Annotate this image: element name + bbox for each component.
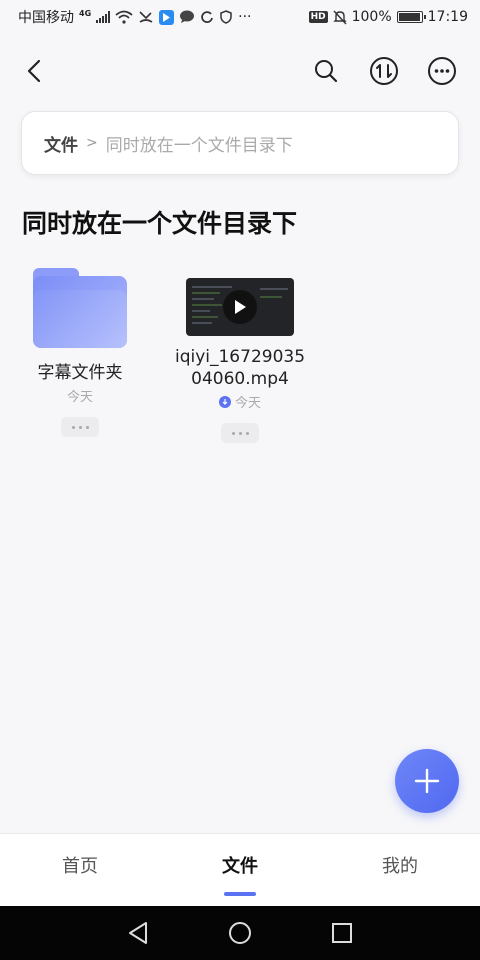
app-notification-icon: [159, 9, 175, 25]
breadcrumb-root[interactable]: 文件: [44, 131, 78, 156]
back-button[interactable]: [18, 54, 52, 88]
network-label: 4G: [79, 8, 92, 18]
carrier-label: 中国移动: [18, 10, 74, 26]
signal-icon: [96, 11, 111, 23]
play-icon: [223, 290, 257, 324]
system-back-button[interactable]: [124, 919, 152, 947]
folder-date: 今天: [0, 386, 165, 405]
message-icon: [179, 10, 195, 24]
search-icon: [315, 60, 338, 83]
missed-call-icon: [138, 10, 154, 24]
circle-home-icon: [229, 922, 251, 944]
system-recents-button[interactable]: [328, 919, 356, 947]
sort-icon: [370, 57, 398, 85]
more-status-icon: ···: [238, 9, 252, 25]
video-item[interactable]: iqiyi_16729035 04060.mp4 今天: [155, 268, 325, 443]
nav-home-label: 首页: [62, 856, 98, 877]
breadcrumb-separator: >: [86, 135, 98, 151]
search-button[interactable]: [309, 54, 343, 88]
status-left: 中国移动 4G ···: [18, 7, 252, 27]
clock: 17:19: [427, 9, 468, 25]
folder-more-button[interactable]: [61, 417, 99, 437]
more-button[interactable]: [425, 54, 459, 88]
video-name-line1: iqiyi_16729035: [174, 347, 306, 367]
nav-active-indicator: [224, 892, 256, 896]
video-thumbnail: [186, 278, 294, 336]
chevron-left-icon: [27, 59, 41, 83]
battery-icon: [396, 11, 426, 23]
square-recents-icon: [332, 923, 352, 943]
battery-fill: [398, 13, 420, 21]
nav-mine-label: 我的: [382, 856, 418, 877]
folder-item[interactable]: 字幕文件夹 今天: [0, 268, 165, 437]
video-date: 今天: [155, 392, 325, 411]
hd-badge: HD: [308, 11, 328, 23]
status-bar: 中国移动 4G ··· HD 100% 17:19: [0, 0, 480, 34]
nav-files[interactable]: 文件: [180, 852, 300, 896]
plus-icon: [414, 768, 440, 794]
status-right: HD 100% 17:19: [308, 9, 468, 25]
folder-name: 字幕文件夹: [37, 363, 123, 383]
toolbar: [0, 44, 480, 96]
breadcrumb-current: 同时放在一个文件目录下: [105, 135, 293, 156]
mute-icon: [332, 10, 347, 25]
sync-icon: [200, 10, 214, 24]
battery-percent: 100%: [351, 9, 392, 25]
bottom-nav: 首页 文件 我的: [0, 833, 480, 906]
video-date-text: 今天: [234, 396, 261, 411]
download-icon: [218, 395, 231, 408]
nav-home[interactable]: 首页: [20, 852, 140, 878]
folder-icon: [33, 268, 127, 348]
shield-icon: [219, 10, 233, 24]
system-nav-bar: [0, 906, 480, 960]
more-icon: [428, 57, 456, 85]
system-home-button[interactable]: [226, 919, 254, 947]
video-name-line2: 04060.mp4: [191, 369, 289, 389]
nav-mine[interactable]: 我的: [340, 852, 460, 878]
nav-files-label: 文件: [222, 856, 258, 877]
sort-button[interactable]: [367, 54, 401, 88]
page-title: 同时放在一个文件目录下: [22, 209, 298, 238]
wifi-icon: [115, 10, 133, 24]
breadcrumb: 文件 > 同时放在一个文件目录下: [21, 111, 459, 175]
triangle-back-icon: [129, 922, 147, 944]
add-button[interactable]: [395, 749, 459, 813]
video-more-button[interactable]: [221, 423, 259, 443]
folder-date-text: 今天: [66, 390, 93, 405]
